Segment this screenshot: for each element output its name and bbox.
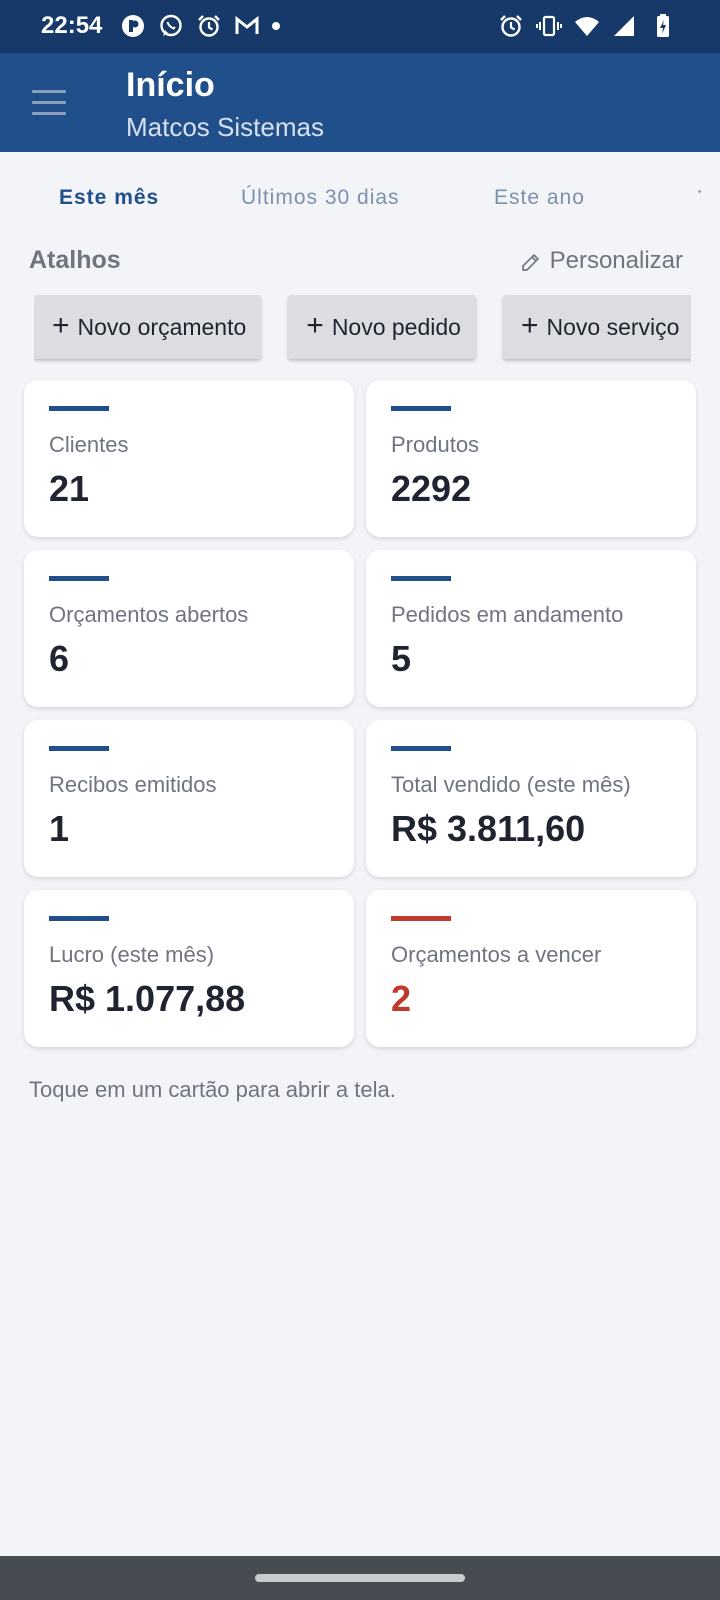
new-order-label: Novo pedido: [331, 313, 461, 340]
card-clientes[interactable]: Clientes 21: [24, 380, 354, 537]
home-gesture-handle[interactable]: [255, 1574, 465, 1582]
plus-icon: +: [520, 308, 539, 342]
plus-icon: +: [52, 308, 70, 342]
card-accent-bar: [49, 746, 109, 751]
alarm-icon: [198, 15, 220, 37]
shortcuts-title: Atalhos: [29, 246, 121, 274]
card-accent-bar: [391, 746, 451, 751]
card-value: 2: [391, 978, 412, 1019]
alarm-icon: [500, 15, 522, 37]
card-label: Orçamentos a vencer: [391, 942, 602, 967]
wifi-icon: [575, 17, 599, 36]
card-label: Lucro (este mês): [49, 942, 215, 967]
card-total-vendido[interactable]: Total vendido (este mês) R$ 3.811,60: [366, 720, 696, 877]
tab-este-ano[interactable]: Este ano: [494, 186, 585, 210]
status-time: 22:54: [41, 12, 103, 39]
card-label: Orçamentos abertos: [49, 602, 249, 627]
page-subtitle: Matcos Sistemas: [126, 112, 324, 142]
card-value: R$ 1.077,88: [49, 978, 246, 1019]
new-service-button[interactable]: + Novo serviço: [502, 295, 691, 359]
app-notification-icon: [122, 15, 144, 37]
app-bar: Início Matcos Sistemas: [0, 53, 720, 152]
card-accent-bar: [49, 406, 109, 411]
card-accent-bar: [49, 916, 109, 921]
shortcuts-row[interactable]: + Novo orçamento + Novo pedido + Novo se…: [34, 295, 691, 365]
card-accent-bar: [391, 916, 451, 921]
card-accent-bar: [391, 576, 451, 581]
status-left-icons: [120, 12, 280, 40]
navigation-bar: [0, 1556, 720, 1600]
gmail-icon: [235, 15, 259, 34]
hamburger-menu-icon[interactable]: [26, 79, 72, 125]
card-produtos[interactable]: Produtos 2292: [366, 380, 696, 537]
new-order-button[interactable]: + Novo pedido: [288, 295, 476, 359]
whatsapp-icon: [160, 14, 182, 37]
card-accent-bar: [391, 406, 451, 411]
new-quote-button[interactable]: + Novo orçamento: [34, 295, 262, 359]
page-title: Início: [126, 66, 215, 104]
card-accent-bar: [49, 576, 109, 581]
period-tabs: Este mês Últimos 30 dias Este ano: [0, 176, 720, 226]
card-value: 1: [49, 808, 70, 849]
card-orcamentos-abertos[interactable]: Orçamentos abertos 6: [24, 550, 354, 707]
tabs-overflow-indicator: [698, 190, 701, 193]
customize-button[interactable]: Personalizar: [520, 247, 683, 275]
signal-icon: [614, 16, 634, 36]
stats-grid: Clientes 21 Produtos 2292 Orçamentos abe…: [24, 380, 696, 1047]
card-orcamentos-a-vencer[interactable]: Orçamentos a vencer 2: [366, 890, 696, 1047]
card-value: R$ 3.811,60: [391, 808, 586, 849]
new-quote-label: Novo orçamento: [77, 313, 247, 340]
pencil-icon: [521, 253, 539, 271]
status-bar: 22:54: [0, 0, 720, 53]
card-label: Recibos emitidos: [49, 772, 217, 797]
card-label: Produtos: [391, 432, 480, 457]
tab-ultimos-30-dias[interactable]: Últimos 30 dias: [241, 186, 400, 210]
status-right-icons: [498, 12, 676, 40]
card-recibos-emitidos[interactable]: Recibos emitidos 1: [24, 720, 354, 877]
more-notifications-dot-icon: [272, 22, 280, 30]
tab-este-mes[interactable]: Este mês: [59, 186, 159, 210]
card-value: 6: [49, 638, 70, 679]
plus-icon: +: [306, 308, 324, 342]
card-lucro[interactable]: Lucro (este mês) R$ 1.077,88: [24, 890, 354, 1047]
card-label: Clientes: [49, 432, 129, 457]
card-pedidos-em-andamento[interactable]: Pedidos em andamento 5: [366, 550, 696, 707]
card-label: Pedidos em andamento: [391, 602, 624, 627]
new-service-label: Novo serviço: [546, 313, 680, 340]
card-value: 2292: [391, 468, 472, 509]
battery-charging-icon: [657, 14, 669, 37]
card-label: Total vendido (este mês): [391, 772, 631, 797]
customize-label: Personalizar: [549, 247, 683, 274]
vibrate-icon: [536, 15, 562, 37]
card-value: 21: [49, 468, 90, 509]
hint-text: Toque em um cartão para abrir a tela.: [29, 1077, 396, 1102]
card-value: 5: [391, 638, 412, 679]
